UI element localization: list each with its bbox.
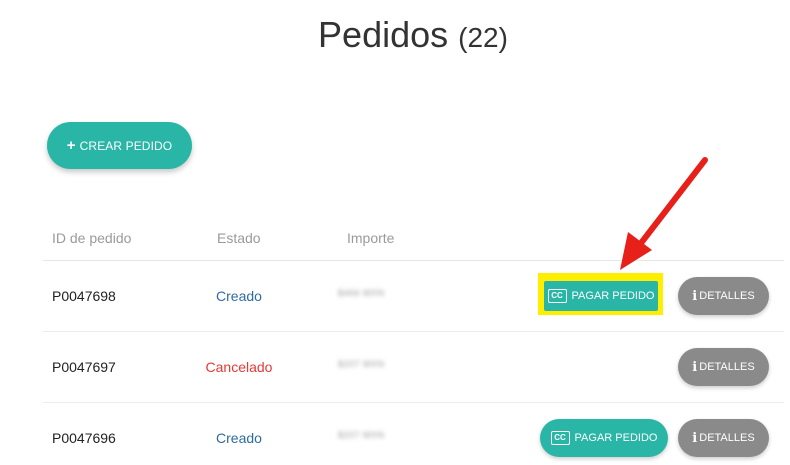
order-amount: $207 MXN [338, 430, 385, 440]
order-id: P0047697 [52, 359, 116, 375]
column-header-id: ID de pedido [52, 230, 132, 246]
plus-icon: + [66, 137, 76, 154]
credit-card-icon: CC [550, 431, 570, 445]
page-title-text: Pedidos [318, 14, 449, 55]
info-icon: i [692, 430, 698, 446]
details-button[interactable]: i DETALLES [678, 419, 769, 457]
credit-card-icon: CC [547, 289, 567, 303]
table-header: ID de pedido Estado Importe [43, 218, 784, 261]
order-status: Cancelado [205, 359, 273, 375]
order-id: P0047698 [52, 288, 116, 304]
order-status: Creado [216, 430, 262, 446]
details-button[interactable]: i DETALLES [678, 348, 769, 386]
info-icon: i [692, 288, 698, 304]
table-row: P0047698 Creado $466 MXN CC PAGAR PEDIDO… [43, 261, 784, 332]
column-header-status: Estado [217, 230, 261, 246]
column-header-amount: Importe [347, 230, 395, 246]
pay-order-button[interactable]: CC PAGAR PEDIDO [540, 419, 668, 457]
table-row: P0047696 Creado $207 MXN CC PAGAR PEDIDO… [43, 403, 784, 465]
order-status: Creado [216, 288, 262, 304]
orders-page: Pedidos (22) + CREAR PEDIDO ID de pedido… [0, 0, 790, 465]
create-order-button[interactable]: + CREAR PEDIDO [47, 122, 192, 169]
details-label: DETALLES [699, 432, 755, 444]
page-title: Pedidos (22) [0, 14, 790, 56]
order-amount: $466 MXN [338, 288, 385, 298]
create-order-label: CREAR PEDIDO [79, 138, 173, 153]
pay-order-button[interactable]: CC PAGAR PEDIDO [544, 281, 658, 311]
details-button[interactable]: i DETALLES [678, 277, 769, 315]
pay-order-label: PAGAR PEDIDO [571, 290, 655, 302]
order-amount: $207 MXN [338, 359, 385, 369]
details-label: DETALLES [699, 361, 755, 373]
orders-table: ID de pedido Estado Importe P0047698 Cre… [43, 218, 784, 465]
table-row: P0047697 Cancelado $207 MXN i DETALLES [43, 332, 784, 403]
orders-count: (22) [458, 22, 508, 53]
order-id: P0047696 [52, 430, 116, 446]
details-label: DETALLES [699, 290, 755, 302]
pay-order-label: PAGAR PEDIDO [574, 432, 658, 444]
info-icon: i [692, 359, 698, 375]
